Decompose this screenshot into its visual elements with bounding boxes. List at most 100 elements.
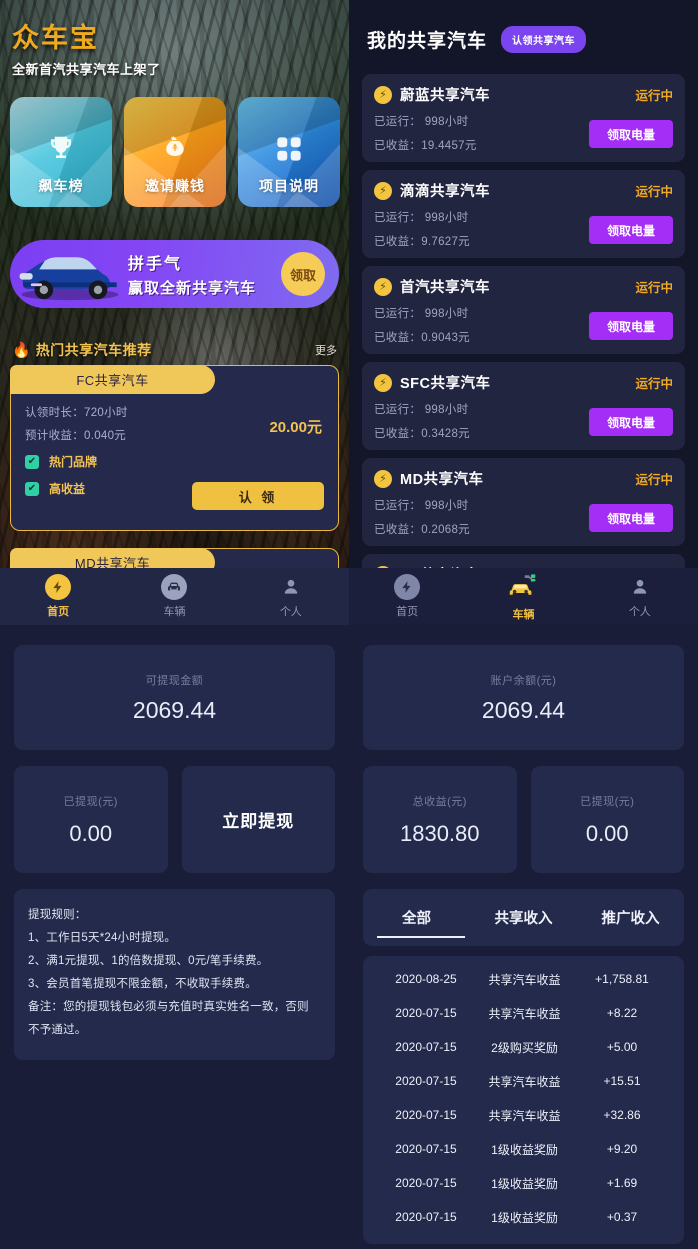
table-row: 2020-07-15 共享汽车收益 +8.22 [363, 996, 684, 1030]
recommend-price: 20.00元 [269, 419, 322, 436]
tab-label: 首页 [47, 606, 70, 618]
bolt-icon [45, 574, 72, 600]
tile-invite-earn[interactable]: 邀请赚钱 [124, 97, 226, 207]
collect-power-button[interactable]: 领取电量 [589, 312, 673, 340]
collect-power-button[interactable]: 领取电量 [589, 504, 673, 532]
tab-label: 车辆 [163, 606, 186, 618]
tab-shared-income[interactable]: 共享收入 [470, 889, 577, 946]
tab-promotion-income[interactable]: 推广收入 [577, 889, 684, 946]
tx-amount: +1.69 [606, 1176, 638, 1190]
recommend-card[interactable]: FC共享汽车 认领时长：720小时 预计收益：0.040元 ✔ 热门品牌 ✔ 高… [10, 365, 339, 531]
tx-date: 2020-07-15 [395, 1210, 457, 1224]
person-icon [278, 574, 304, 600]
tx-desc: 2级购买奖励 [491, 1040, 558, 1055]
my-cars-panel: 我的共享汽车 认领共享汽车 ⚡ 蔚蓝共享汽车 运行中 已运行： 998小时 已收… [349, 0, 698, 625]
collect-power-button[interactable]: 领取电量 [589, 216, 673, 244]
tile-project-info[interactable]: 项目说明 [238, 97, 340, 207]
rule-line: 提现规则： [28, 909, 87, 921]
table-row: 2020-08-25 共享汽车收益 +1,758.81 [363, 962, 684, 996]
my-cars-list: ⚡ 蔚蓝共享汽车 运行中 已运行： 998小时 已收益：19.4457元 领取电… [362, 74, 685, 625]
brand-subtitle: 全新首汽共享汽车上架了 [12, 62, 161, 77]
recommend-claim-button[interactable]: 认 领 [192, 482, 324, 510]
collect-power-button[interactable]: 领取电量 [589, 408, 673, 436]
tab-vehicles[interactable]: 车辆 [116, 574, 232, 619]
tab-label: 车辆 [512, 608, 535, 621]
withdraw-now-label: 立即提现 [222, 812, 295, 831]
withdrawn-card: 已提现(元) 0.00 [530, 766, 684, 873]
collect-power-button[interactable]: 领取电量 [589, 120, 673, 148]
hot-more-link[interactable]: 更多 [315, 342, 337, 358]
table-row: 2020-07-15 1级收益奖励 +0.37 [363, 1200, 684, 1234]
tab-home[interactable]: 首页 [349, 574, 465, 619]
table-row: 2020-07-15 1级收益奖励 +9.20 [363, 1132, 684, 1166]
tx-date: 2020-07-15 [395, 1074, 457, 1088]
income-filter-tabs: 全部 共享收入 推广收入 [363, 889, 684, 946]
tile-racing-rank[interactable]: 飙车榜 [10, 97, 112, 207]
tab-profile[interactable]: 个人 [233, 574, 349, 619]
lucky-banner-line1: 拼手气 [128, 256, 183, 273]
table-row: 2020-07-15 1级收益奖励 +1.69 [363, 1166, 684, 1200]
tab-vehicles[interactable]: 车辆 [465, 572, 581, 622]
withdrawn-value: 0.00 [585, 820, 629, 846]
tx-desc: 1级收益奖励 [491, 1176, 558, 1191]
tab-home[interactable]: 首页 [0, 574, 116, 619]
quick-entry-tiles: 飙车榜 邀请赚钱 项目说明 [10, 97, 340, 207]
tx-amount: +9.20 [606, 1142, 638, 1156]
home-tabbar: 首页 车辆 个人 [0, 568, 349, 625]
balance-card: 账户余额(元) 2069.44 [363, 645, 684, 750]
total-income-card: 总收益(元) 1830.80 [363, 766, 517, 873]
tx-desc: 共享汽车收益 [488, 972, 561, 987]
tx-amount: +32.86 [603, 1108, 641, 1122]
bolt-icon: ⚡ [374, 469, 392, 488]
car-name: 蔚蓝共享汽车 [400, 88, 490, 104]
tx-desc: 共享汽车收益 [488, 1006, 561, 1021]
tx-amount: +0.37 [606, 1210, 638, 1224]
hot-recommend-title: 热门共享汽车推荐 [35, 342, 152, 358]
recommend-tag-label: 高收益 [49, 482, 86, 496]
lucky-banner-line2: 赢取全新共享汽车 [128, 280, 257, 297]
rule-line: 2、满1元提现、1的倍数提现、0元/笔手续费。 [28, 955, 269, 967]
status-badge: 运行中 [635, 89, 673, 103]
list-item[interactable]: ⚡ MD共享汽车 运行中 已运行： 998小时 已收益：0.2068元 领取电量 [362, 458, 685, 546]
car-charging-icon [508, 572, 538, 603]
tile-label: 邀请赚钱 [145, 178, 205, 194]
tile-label: 项目说明 [259, 178, 319, 194]
tx-date: 2020-07-15 [395, 1040, 457, 1054]
tx-desc: 共享汽车收益 [488, 1108, 561, 1123]
withdrawn-value: 0.00 [69, 820, 113, 846]
withdrawn-label: 已提现(元) [580, 795, 635, 808]
lucky-draw-banner[interactable]: 拼手气 赢取全新共享汽车 领取 [10, 240, 339, 308]
app-screenshot: 众车宝 全新首汽共享汽车上架了 飙车榜 邀请赚钱 项目说明 拼手气 赢取全新共享… [0, 0, 698, 1249]
list-item[interactable]: ⚡ SFC共享汽车 运行中 已运行： 998小时 已收益：0.3428元 领取电… [362, 362, 685, 450]
tx-desc: 共享汽车收益 [488, 1074, 561, 1089]
mycars-tabbar: 首页 车辆 个人 [349, 568, 698, 625]
bolt-icon: ⚡ [374, 277, 392, 296]
claim-car-button[interactable]: 认领共享汽车 [501, 26, 587, 53]
withdrawn-card: 已提现(元) 0.00 [14, 766, 168, 873]
table-row: 2020-07-15 共享汽车收益 +32.86 [363, 1098, 684, 1132]
total-income-label: 总收益(元) [412, 795, 467, 808]
rule-line: 3、会员首笔提现不限金额，不收取手续费。 [28, 978, 257, 990]
flame-icon: 🔥 [12, 342, 31, 359]
status-badge: 运行中 [635, 377, 673, 391]
list-item[interactable]: ⚡ 滴滴共享汽车 运行中 已运行： 998小时 已收益：9.7627元 领取电量 [362, 170, 685, 258]
car-name: 滴滴共享汽车 [400, 184, 490, 200]
tx-date: 2020-07-15 [395, 1108, 457, 1122]
tab-profile[interactable]: 个人 [582, 574, 698, 619]
trophy-icon [46, 133, 76, 168]
list-item[interactable]: ⚡ 首汽共享汽车 运行中 已运行： 998小时 已收益：0.9043元 领取电量 [362, 266, 685, 354]
car-icon [161, 574, 188, 600]
bolt-icon [394, 574, 421, 600]
tx-date: 2020-07-15 [395, 1006, 457, 1020]
lucky-claim-button[interactable]: 领取 [281, 252, 325, 296]
withdraw-now-button[interactable]: 立即提现 [181, 766, 335, 873]
withdraw-panel: 可提现金额 2069.44 已提现(元) 0.00 立即提现 提现规则： 1、工… [0, 625, 349, 1249]
account-panel: 账户余额(元) 2069.44 总收益(元) 1830.80 已提现(元) 0.… [349, 625, 698, 1249]
transaction-list: 2020-08-25 共享汽车收益 +1,758.81 2020-07-15 共… [363, 956, 684, 1244]
table-row: 2020-07-15 2级购买奖励 +5.00 [363, 1030, 684, 1064]
available-amount-card: 可提现金额 2069.44 [14, 645, 335, 750]
table-row: 2020-07-15 共享汽车收益 +15.51 [363, 1064, 684, 1098]
tx-date: 2020-08-25 [395, 972, 457, 986]
home-panel: 众车宝 全新首汽共享汽车上架了 飙车榜 邀请赚钱 项目说明 拼手气 赢取全新共享… [0, 0, 349, 625]
list-item[interactable]: ⚡ 蔚蓝共享汽车 运行中 已运行： 998小时 已收益：19.4457元 领取电… [362, 74, 685, 162]
